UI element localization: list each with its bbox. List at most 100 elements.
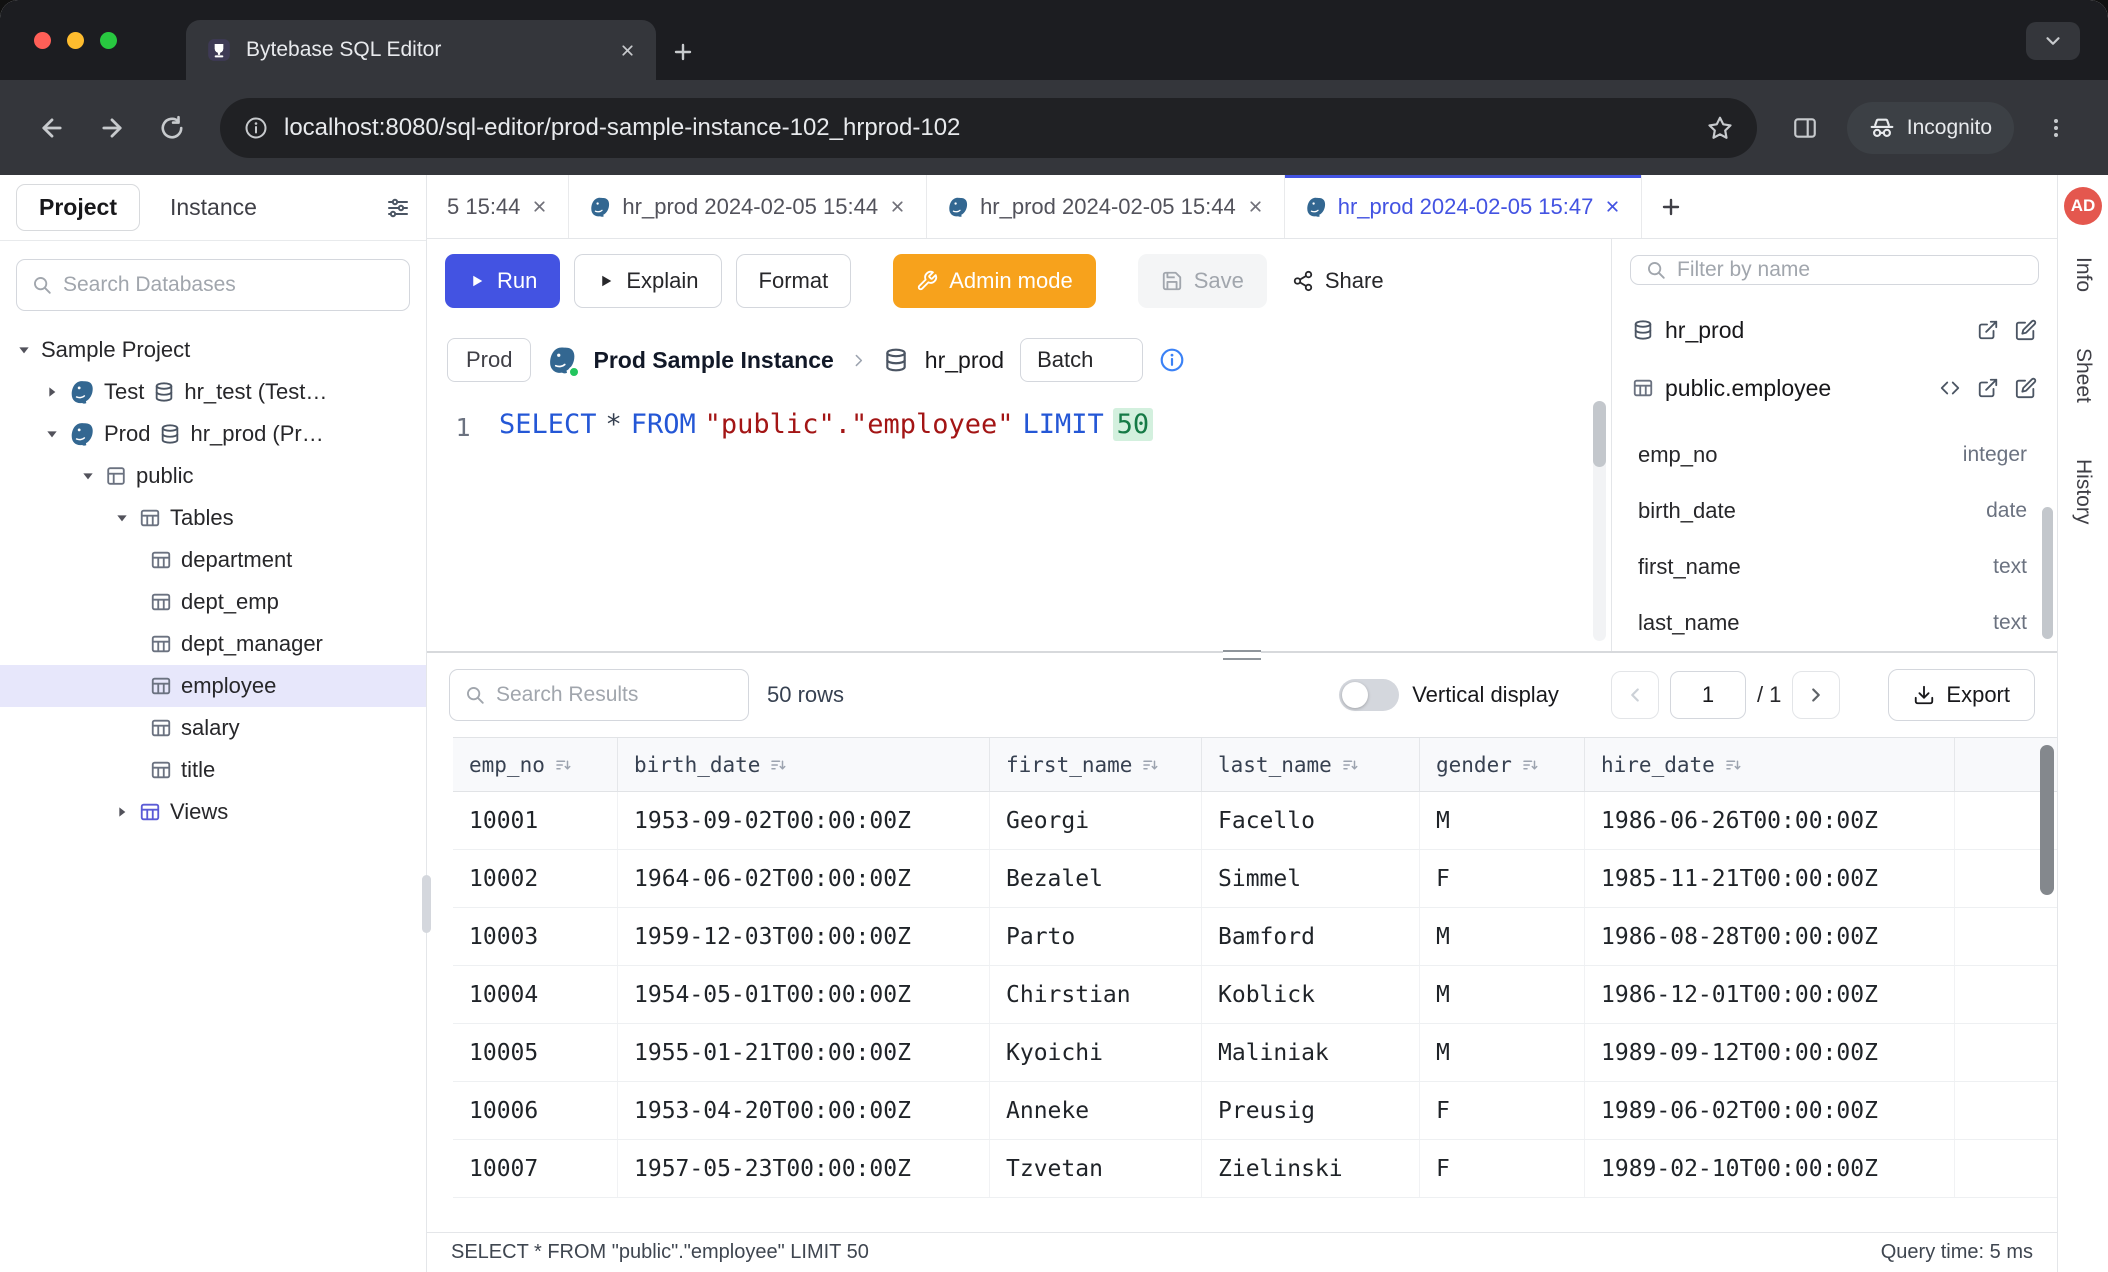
close-icon[interactable]: [1604, 198, 1621, 215]
editor-scrollbar[interactable]: [1593, 401, 1606, 641]
forward-button[interactable]: [86, 102, 138, 154]
cell-gender[interactable]: F: [1420, 850, 1585, 907]
vertical-display-toggle[interactable]: [1339, 679, 1399, 711]
cell-hire-date[interactable]: 1989-09-12T00:00:00Z: [1585, 1024, 1955, 1081]
schema-scrollbar-thumb[interactable]: [2042, 507, 2053, 639]
tree-item-table-title[interactable]: title: [0, 749, 426, 791]
column-row[interactable]: birth_date date: [1612, 483, 2057, 539]
cell-gender[interactable]: M: [1420, 792, 1585, 849]
cell-birth-date[interactable]: 1953-09-02T00:00:00Z: [618, 792, 990, 849]
cell-first-name[interactable]: Kyoichi: [990, 1024, 1202, 1081]
edit-icon[interactable]: [2015, 377, 2037, 399]
page-number-input[interactable]: [1670, 671, 1746, 719]
filter-sliders-icon[interactable]: [386, 196, 410, 220]
close-icon[interactable]: [531, 198, 548, 215]
table-row[interactable]: 10005 1955-01-21T00:00:00Z Kyoichi Malin…: [453, 1024, 2057, 1082]
run-button[interactable]: Run: [445, 254, 560, 308]
admin-mode-button[interactable]: Admin mode: [893, 254, 1096, 308]
browser-tab[interactable]: Bytebase SQL Editor: [186, 20, 656, 80]
column-header[interactable]: last_name: [1202, 738, 1420, 791]
sort-icon[interactable]: [1521, 756, 1539, 774]
cell-birth-date[interactable]: 1953-04-20T00:00:00Z: [618, 1082, 990, 1139]
editor-scrollbar-thumb[interactable]: [1593, 401, 1606, 467]
instance-name[interactable]: Prod Sample Instance: [593, 347, 833, 374]
table-row[interactable]: 10003 1959-12-03T00:00:00Z Parto Bamford…: [453, 908, 2057, 966]
tab-project[interactable]: Project: [16, 184, 140, 231]
panel-resize-handle[interactable]: [1223, 650, 1261, 660]
cell-birth-date[interactable]: 1964-06-02T00:00:00Z: [618, 850, 990, 907]
cell-birth-date[interactable]: 1955-01-21T00:00:00Z: [618, 1024, 990, 1081]
schema-filter[interactable]: [1630, 255, 2039, 285]
schema-database-row[interactable]: hr_prod: [1612, 301, 2057, 359]
cell-first-name[interactable]: Chirstian: [990, 966, 1202, 1023]
cell-emp-no[interactable]: 10004: [453, 966, 618, 1023]
environment-chip[interactable]: Prod: [447, 338, 531, 382]
table-row[interactable]: 10001 1953-09-02T00:00:00Z Georgi Facell…: [453, 792, 2057, 850]
column-row[interactable]: emp_no integer: [1612, 427, 2057, 483]
cell-birth-date[interactable]: 1957-05-23T00:00:00Z: [618, 1140, 990, 1197]
cell-hire-date[interactable]: 1986-08-28T00:00:00Z: [1585, 908, 1955, 965]
external-link-icon[interactable]: [1977, 377, 1999, 399]
sort-icon[interactable]: [554, 756, 572, 774]
new-tab-button[interactable]: [656, 24, 710, 80]
sort-icon[interactable]: [769, 756, 787, 774]
avatar[interactable]: AD: [2064, 187, 2102, 225]
cell-hire-date[interactable]: 1985-11-21T00:00:00Z: [1585, 850, 1955, 907]
save-button[interactable]: Save: [1138, 254, 1267, 308]
tab-sheet[interactable]: Sheet: [2071, 324, 2095, 427]
table-row[interactable]: 10002 1964-06-02T00:00:00Z Bezalel Simme…: [453, 850, 2057, 908]
cell-first-name[interactable]: Parto: [990, 908, 1202, 965]
zoom-window-button[interactable]: [100, 32, 117, 49]
cell-emp-no[interactable]: 10003: [453, 908, 618, 965]
editor-tab-1[interactable]: hr_prod 2024-02-05 15:44: [569, 175, 927, 238]
cell-gender[interactable]: F: [1420, 1140, 1585, 1197]
tree-item-table-department[interactable]: department: [0, 539, 426, 581]
address-bar[interactable]: localhost:8080/sql-editor/prod-sample-in…: [220, 98, 1757, 158]
editor-tab-3-active[interactable]: hr_prod 2024-02-05 15:47: [1285, 175, 1643, 238]
cell-hire-date[interactable]: 1986-12-01T00:00:00Z: [1585, 966, 1955, 1023]
url-text[interactable]: localhost:8080/sql-editor/prod-sample-in…: [284, 114, 1691, 142]
edit-icon[interactable]: [2015, 319, 2037, 341]
browser-menu-button[interactable]: [2030, 102, 2082, 154]
cell-last-name[interactable]: Koblick: [1202, 966, 1420, 1023]
sql-editor[interactable]: 1 SELECT*FROM"public"."employee"LIMIT50: [427, 397, 1611, 651]
cell-first-name[interactable]: Anneke: [990, 1082, 1202, 1139]
tree-item-schema-public[interactable]: public: [0, 455, 426, 497]
prev-page-button[interactable]: [1611, 671, 1659, 719]
bookmark-star-icon[interactable]: [1707, 115, 1733, 141]
info-circle-icon[interactable]: [1159, 347, 1185, 373]
close-icon[interactable]: [889, 198, 906, 215]
cell-first-name[interactable]: Bezalel: [990, 850, 1202, 907]
cell-emp-no[interactable]: 10005: [453, 1024, 618, 1081]
tab-search-button[interactable]: [2026, 22, 2080, 60]
tab-instance[interactable]: Instance: [170, 194, 257, 221]
tree-item-table-employee[interactable]: employee: [0, 665, 426, 707]
tree-item-views-group[interactable]: Views: [0, 791, 426, 833]
minimize-window-button[interactable]: [67, 32, 84, 49]
share-button[interactable]: Share: [1281, 254, 1395, 308]
reload-button[interactable]: [146, 102, 198, 154]
results-search-input[interactable]: [496, 683, 734, 707]
site-info-icon[interactable]: [244, 116, 268, 140]
cell-gender[interactable]: M: [1420, 908, 1585, 965]
cell-hire-date[interactable]: 1989-06-02T00:00:00Z: [1585, 1082, 1955, 1139]
column-header[interactable]: first_name: [990, 738, 1202, 791]
close-icon[interactable]: [1247, 198, 1264, 215]
code-icon[interactable]: [1939, 377, 1961, 399]
tree-item-table-dept-manager[interactable]: dept_manager: [0, 623, 426, 665]
cell-last-name[interactable]: Bamford: [1202, 908, 1420, 965]
sql-code-line[interactable]: SELECT*FROM"public"."employee"LIMIT50: [499, 409, 1153, 651]
cell-hire-date[interactable]: 1989-02-10T00:00:00Z: [1585, 1140, 1955, 1197]
cell-last-name[interactable]: Preusig: [1202, 1082, 1420, 1139]
cell-emp-no[interactable]: 10007: [453, 1140, 618, 1197]
sort-icon[interactable]: [1724, 756, 1742, 774]
column-header[interactable]: gender: [1420, 738, 1585, 791]
schema-filter-input[interactable]: [1677, 258, 2024, 282]
cell-last-name[interactable]: Facello: [1202, 792, 1420, 849]
tree-item-hr-test[interactable]: Test hr_test (Test…: [0, 371, 426, 413]
tree-item-tables-group[interactable]: Tables: [0, 497, 426, 539]
editor-tab-partial[interactable]: 5 15:44: [427, 175, 569, 238]
editor-tab-2[interactable]: hr_prod 2024-02-05 15:44: [927, 175, 1285, 238]
explain-button[interactable]: Explain: [574, 254, 721, 308]
cell-first-name[interactable]: Georgi: [990, 792, 1202, 849]
